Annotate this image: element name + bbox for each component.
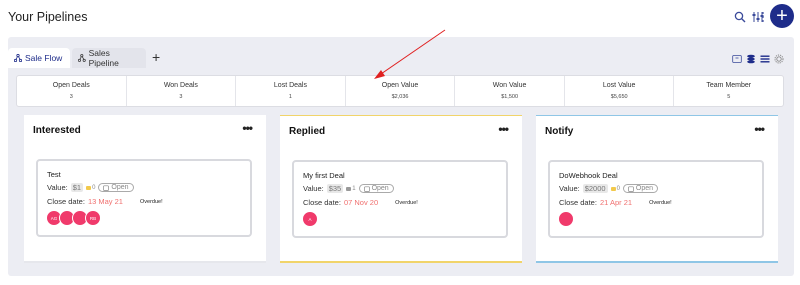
- stack-icon[interactable]: [746, 54, 756, 64]
- vertical-dots-icon[interactable]: [761, 11, 765, 23]
- deal-close-row: Close date: 21 Apr 21 Overdue!: [559, 198, 672, 207]
- deal-card[interactable]: DoWebhook Deal Value: $2000 0 Open Close…: [548, 160, 764, 238]
- list-icon[interactable]: [760, 54, 770, 64]
- status-text: Open: [371, 185, 389, 192]
- value-label: Value:: [47, 183, 68, 192]
- deal-amount: $2000: [582, 184, 608, 193]
- stat-value: $5,650: [610, 94, 628, 100]
- tab-label: Sale Flow: [25, 53, 63, 63]
- stat-lost-deals: Lost Deals 1: [236, 76, 346, 106]
- close-date: 13 May 21: [87, 197, 123, 206]
- assignee-avatars: A: [302, 211, 322, 227]
- avatar[interactable]: RB: [85, 210, 101, 226]
- tab-sales-pipeline[interactable]: Sales Pipeline: [72, 48, 146, 68]
- status-text: Open: [635, 185, 654, 192]
- stat-value: 3: [179, 94, 183, 100]
- stat-won-value: Won Value $1,500: [455, 76, 565, 106]
- stage-column-notify: Notify ••• DoWebhook Deal Value: $2000 0…: [536, 115, 778, 263]
- stat-label: Won Deals: [163, 82, 198, 89]
- stat-value: 3: [69, 94, 73, 100]
- stat-lost-value: Lost Value $5,650: [565, 76, 675, 106]
- deal-card[interactable]: My first Deal Value: $35 1 Open Close da…: [292, 160, 508, 238]
- pipeline-panel: Sale Flow Sales Pipeline + Open Deals 3 …: [8, 37, 794, 276]
- assignee-avatars: AG RB: [46, 210, 102, 226]
- deal-value-row: Value: $35 1 Open: [303, 184, 394, 193]
- status-text: Open: [111, 184, 129, 191]
- deal-close-row: Close date: 07 Nov 20 Overdue!: [303, 198, 418, 207]
- pipeline-icon: [78, 54, 86, 62]
- deal-title: My first Deal: [303, 171, 345, 180]
- deal-close-row: Close date: 13 May 21 Overdue!: [47, 197, 163, 206]
- stat-label: Open Value: [381, 82, 419, 89]
- overdue-label: Overdue!: [139, 198, 163, 205]
- deal-card[interactable]: Test Value: $1 0 Open Close date: 13 May…: [36, 159, 252, 237]
- stat-value: 1: [288, 94, 292, 100]
- stat-label: Lost Deals: [273, 82, 307, 89]
- value-label: Value:: [303, 184, 324, 193]
- deal-amount: $35: [326, 184, 344, 193]
- deal-title: Test: [47, 170, 61, 179]
- close-label: Close date:: [303, 198, 341, 207]
- overdue-label: Overdue!: [649, 199, 672, 206]
- gear-icon[interactable]: [774, 54, 784, 64]
- tab-sale-flow[interactable]: Sale Flow: [8, 48, 70, 68]
- calendar-icon: 0: [610, 185, 620, 192]
- page-title: Your Pipelines: [8, 10, 88, 24]
- pipeline-icon: [14, 54, 22, 62]
- close-date: 07 Nov 20: [343, 198, 379, 207]
- stat-label: Lost Value: [602, 82, 636, 89]
- close-date: 21 Apr 21: [599, 198, 633, 207]
- stage-title: Replied: [289, 126, 326, 137]
- status-badge: Open: [98, 183, 134, 192]
- deal-value-row: Value: $1 0 Open: [47, 183, 134, 192]
- deal-amount: $1: [70, 183, 84, 192]
- stage-menu-button[interactable]: •••: [498, 122, 509, 136]
- clipboard-icon: [628, 185, 634, 192]
- status-badge: Open: [622, 184, 659, 193]
- stat-team-member: Team Member 5: [674, 76, 783, 106]
- stat-open-value: Open Value $2,036: [346, 76, 456, 106]
- calendar-icon: 0: [86, 185, 95, 191]
- stat-label: Won Value: [492, 82, 527, 89]
- stage-menu-button[interactable]: •••: [242, 121, 253, 135]
- stage-column-replied: Replied ••• My first Deal Value: $35 1 O…: [280, 115, 522, 263]
- stat-value: 5: [727, 94, 731, 100]
- activity-count: 0: [616, 185, 620, 192]
- status-badge: Open: [358, 184, 394, 193]
- avatar[interactable]: A: [302, 211, 318, 227]
- close-label: Close date:: [559, 198, 597, 207]
- stat-value: $1,500: [501, 94, 519, 100]
- overdue-label: Overdue!: [395, 199, 418, 206]
- add-tab-button[interactable]: +: [152, 50, 160, 64]
- deal-value-row: Value: $2000 0 Open: [559, 184, 659, 193]
- kanban-icon[interactable]: [732, 54, 742, 64]
- stage-title: Notify: [545, 126, 574, 137]
- pipeline-stats: Open Deals 3 Won Deals 3 Lost Deals 1 Op…: [16, 75, 784, 107]
- stat-won-deals: Won Deals 3: [127, 76, 237, 106]
- activity-count: 1: [352, 185, 356, 192]
- add-pipeline-button[interactable]: +: [770, 4, 794, 28]
- clipboard-icon: [363, 185, 370, 192]
- stat-label: Open Deals: [52, 82, 90, 89]
- plus-icon: +: [776, 5, 788, 27]
- stat-label: Team Member: [706, 82, 752, 89]
- value-label: Value:: [559, 184, 580, 193]
- calendar-icon: 1: [346, 185, 356, 192]
- stat-open-deals: Open Deals 3: [17, 76, 127, 106]
- deal-title: DoWebhook Deal: [559, 171, 618, 180]
- view-switcher: [732, 54, 788, 66]
- avatar[interactable]: [558, 211, 574, 227]
- clipboard-icon: [103, 184, 110, 191]
- close-label: Close date:: [47, 197, 85, 206]
- search-icon[interactable]: [734, 11, 746, 23]
- stat-value: $2,036: [391, 94, 409, 100]
- activity-count: 0: [92, 184, 96, 191]
- top-bar: Your Pipelines +: [0, 0, 800, 36]
- tab-label: Sales Pipeline: [88, 48, 119, 68]
- stage-title: Interested: [33, 125, 81, 136]
- stage-column-interested: Interested ••• Test Value: $1 0 Open Clo…: [24, 115, 266, 263]
- stage-menu-button[interactable]: •••: [754, 122, 765, 136]
- assignee-avatars: [558, 211, 578, 227]
